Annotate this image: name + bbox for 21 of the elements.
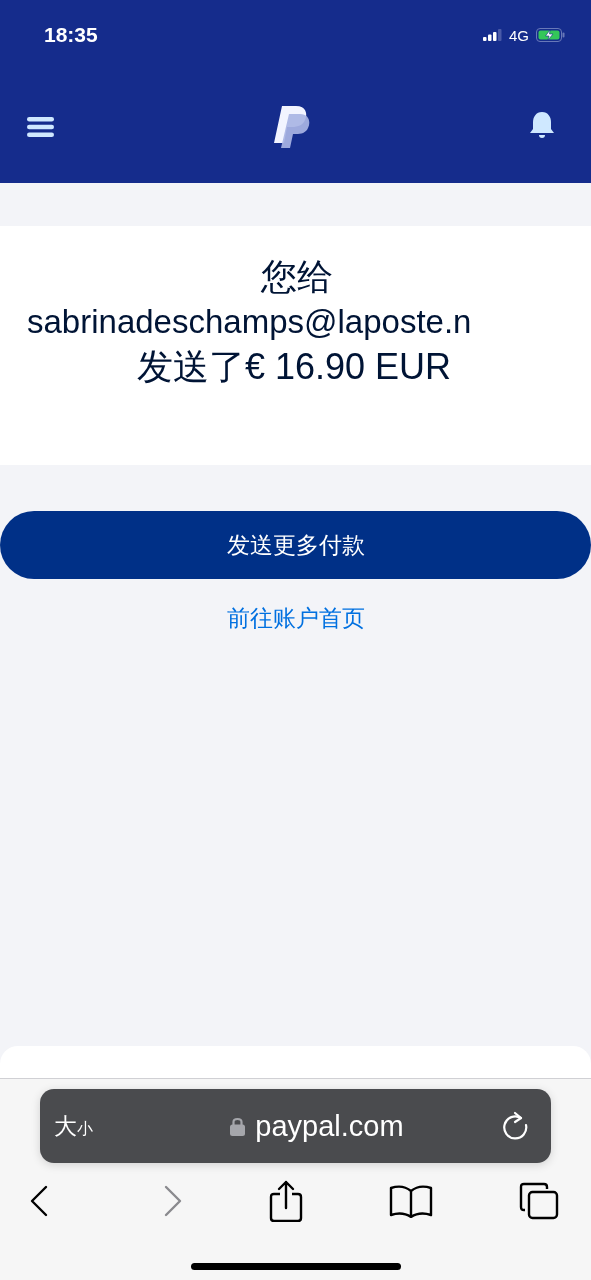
share-icon[interactable] <box>268 1180 303 1222</box>
status-time: 18:35 <box>44 23 98 47</box>
recipient-email: sabrinadeschamps@laposte.n <box>26 302 473 342</box>
text-size-button[interactable]: 大小 <box>54 1110 93 1142</box>
battery-icon <box>536 28 565 42</box>
signal-icon <box>483 29 502 41</box>
logo-icon <box>273 105 310 148</box>
book-icon[interactable] <box>388 1184 433 1218</box>
network-label: 4G <box>509 26 529 44</box>
lock-icon <box>230 1116 246 1136</box>
confirmation-text: 您给 <box>259 255 334 299</box>
back-icon[interactable] <box>30 1185 48 1217</box>
reload-icon[interactable] <box>501 1111 529 1141</box>
tabs-icon[interactable] <box>519 1182 559 1220</box>
bell-icon[interactable] <box>529 110 555 139</box>
send-more-button[interactable]: 发送更多付款 <box>0 511 591 579</box>
menu-icon[interactable] <box>27 116 54 137</box>
url-text: paypal.com <box>255 1109 404 1143</box>
amount-text: 发送了€ 16.90 EUR <box>135 345 453 389</box>
account-home-link[interactable]: 前往账户首页 <box>226 603 365 634</box>
address-bar[interactable]: 大小 paypal.com <box>40 1089 551 1163</box>
